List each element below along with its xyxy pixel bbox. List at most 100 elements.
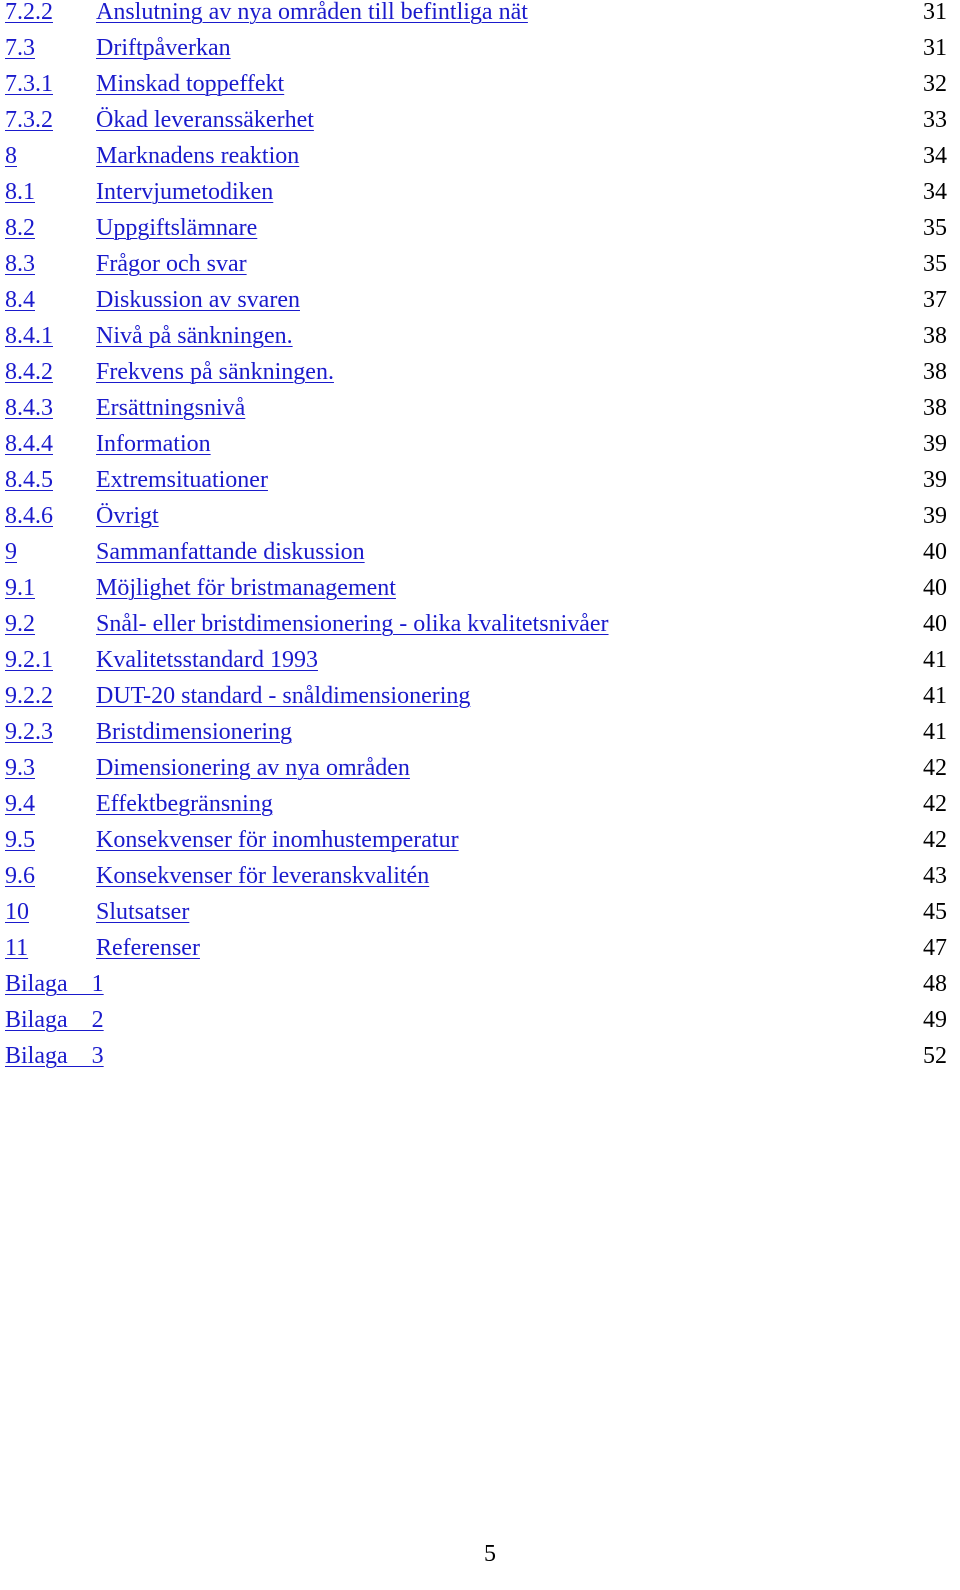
toc-entry-page-number: 40 bbox=[923, 611, 947, 637]
toc-entry-number-link[interactable]: 9 bbox=[5, 534, 17, 570]
toc-entry-number-link[interactable]: 9.2.3 bbox=[5, 714, 53, 750]
toc-entry-title-link[interactable]: Effektbegränsning bbox=[96, 786, 273, 822]
toc-entry-number-link[interactable]: 8.3 bbox=[5, 246, 35, 282]
toc-entry-number-link[interactable]: 9.1 bbox=[5, 570, 35, 606]
toc-entry: 9 Sammanfattande diskussion 40 bbox=[5, 534, 947, 570]
toc-entry: 7.3.2 Ökad leveranssäkerhet 33 bbox=[5, 102, 947, 138]
toc-entry-title-link[interactable]: Frågor och svar bbox=[96, 246, 247, 282]
toc-entry-page-number: 43 bbox=[923, 863, 947, 889]
toc-entry: 9.2 Snål- eller bristdimensionering - oli… bbox=[5, 606, 947, 642]
toc-entry-title-link[interactable]: Uppgiftslämnare bbox=[96, 210, 257, 246]
toc-entry-title-link[interactable]: Konsekvenser för inomhustemperatur bbox=[96, 822, 459, 858]
toc-entry-number-link[interactable]: 10 bbox=[5, 894, 29, 930]
toc-entry-number-link[interactable]: 9.2 bbox=[5, 606, 35, 642]
toc-entry-number-link[interactable]: 7.3 bbox=[5, 30, 35, 66]
toc-entry: 7.3.1 Minskad toppeffekt 32 bbox=[5, 66, 947, 102]
toc-entry: 8.4.5 Extremsituationer 39 bbox=[5, 462, 947, 498]
toc-entry: 7.3 Driftpåverkan 31 bbox=[5, 30, 947, 66]
toc-entry-page-number: 39 bbox=[923, 431, 947, 457]
toc-entry-number-link[interactable]: 9.4 bbox=[5, 786, 35, 822]
toc-entry-title-link[interactable]: Information bbox=[96, 426, 211, 462]
toc-entry-number-link[interactable]: 9.6 bbox=[5, 858, 35, 894]
toc-entry-title-link[interactable]: Marknadens reaktion bbox=[96, 138, 299, 174]
toc-entry-title-link[interactable]: Ersättningsnivå bbox=[96, 390, 245, 426]
toc-entry-number-link[interactable]: 8.4.1 bbox=[5, 318, 53, 354]
toc-entry-number-link[interactable]: 9.2.1 bbox=[5, 642, 53, 678]
toc-entry-page-number: 38 bbox=[923, 323, 947, 349]
toc-appendix-link[interactable]: Bilaga 2 bbox=[5, 1002, 104, 1038]
toc-entry-number-link[interactable]: 8.4.3 bbox=[5, 390, 53, 426]
toc-entry-title-link[interactable]: Driftpåverkan bbox=[96, 30, 231, 66]
toc-entry-title-link[interactable]: Slutsatser bbox=[96, 894, 189, 930]
toc-entry-number-link[interactable]: 9.3 bbox=[5, 750, 35, 786]
toc-entry-page-number: 42 bbox=[923, 791, 947, 817]
toc-entry-number-link[interactable]: 9.2.2 bbox=[5, 678, 53, 714]
toc-entry-page-number: 42 bbox=[923, 755, 947, 781]
page-number: 5 bbox=[484, 1541, 496, 1567]
toc-entry-title-link[interactable]: Diskussion av svaren bbox=[96, 282, 300, 318]
toc-entry-number-link[interactable]: 7.2.2 bbox=[5, 0, 53, 30]
toc-entry-page-number: 31 bbox=[923, 35, 947, 61]
toc-entry-page-number: 41 bbox=[923, 647, 947, 673]
toc-entry-page-number: 35 bbox=[923, 251, 947, 277]
toc-appendix-link[interactable]: Bilaga 3 bbox=[5, 1038, 104, 1074]
toc-entry: 8.4.4 Information 39 bbox=[5, 426, 947, 462]
toc-entry: 8.3 Frågor och svar 35 bbox=[5, 246, 947, 282]
toc-entry-number-link[interactable]: 11 bbox=[5, 930, 28, 966]
toc-entry: 8 Marknadens reaktion 34 bbox=[5, 138, 947, 174]
toc-entry-page-number: 41 bbox=[923, 719, 947, 745]
toc-entry-page-number: 35 bbox=[923, 215, 947, 241]
toc-entry-number-link[interactable]: 8.4.5 bbox=[5, 462, 53, 498]
toc-entry-number-link[interactable]: 8.1 bbox=[5, 174, 35, 210]
toc-entry-number-link[interactable]: 8.4 bbox=[5, 282, 35, 318]
toc-entry-title-link[interactable]: Konsekvenser för leveranskvalitén bbox=[96, 858, 429, 894]
toc-appendix-page-number: 52 bbox=[923, 1043, 947, 1069]
toc-appendix-link[interactable]: Bilaga 1 bbox=[5, 966, 104, 1002]
toc-entry: 9.3 Dimensionering av nya områden 42 bbox=[5, 750, 947, 786]
toc-entry-title-link[interactable]: Bristdimensionering bbox=[96, 714, 292, 750]
toc-entry: 8.4.3 Ersättningsnivå 38 bbox=[5, 390, 947, 426]
toc-entry-number-link[interactable]: 8.4.6 bbox=[5, 498, 53, 534]
toc-entry-title-link[interactable]: DUT-20 standard - snåldimensionering bbox=[96, 678, 470, 714]
toc-entry: 9.2.3 Bristdimensionering 41 bbox=[5, 714, 947, 750]
toc-entry-number-link[interactable]: 9.5 bbox=[5, 822, 35, 858]
toc-entry-page-number: 40 bbox=[923, 575, 947, 601]
toc-entry-page-number: 38 bbox=[923, 359, 947, 385]
toc-entry-page-number: 31 bbox=[923, 0, 947, 25]
toc-entry-number-link[interactable]: 7.3.1 bbox=[5, 66, 53, 102]
toc-appendix-entry: Bilaga 1 48 bbox=[5, 966, 947, 1002]
toc-entry-page-number: 33 bbox=[923, 107, 947, 133]
toc-entry-number-link[interactable]: 7.3.2 bbox=[5, 102, 53, 138]
toc-entry-page-number: 41 bbox=[923, 683, 947, 709]
toc-entry-title-link[interactable]: Referenser bbox=[96, 930, 200, 966]
toc-entry-page-number: 42 bbox=[923, 827, 947, 853]
toc-entry-title-link[interactable]: Frekvens på sänkningen. bbox=[96, 354, 334, 390]
toc-appendix-page-number: 49 bbox=[923, 1007, 947, 1033]
toc-entry-number-link[interactable]: 8.4.2 bbox=[5, 354, 53, 390]
toc-entry-number-link[interactable]: 8.4.4 bbox=[5, 426, 53, 462]
toc-entry-title-link[interactable]: Anslutning av nya områden till befintlig… bbox=[96, 0, 528, 30]
toc-entry-title-link[interactable]: Dimensionering av nya områden bbox=[96, 750, 410, 786]
toc-entry-page-number: 34 bbox=[923, 179, 947, 205]
toc-entry: 8.1 Intervjumetodiken 34 bbox=[5, 174, 947, 210]
toc-entry-title-link[interactable]: Intervjumetodiken bbox=[96, 174, 273, 210]
toc-entry-page-number: 32 bbox=[923, 71, 947, 97]
toc-appendix-entry: Bilaga 3 52 bbox=[5, 1038, 947, 1074]
toc-entry-title-link[interactable]: Nivå på sänkningen. bbox=[96, 318, 293, 354]
toc-appendix-entry: Bilaga 2 49 bbox=[5, 1002, 947, 1038]
toc-entry-title-link[interactable]: Sammanfattande diskussion bbox=[96, 534, 365, 570]
toc-entry: 10 Slutsatser 45 bbox=[5, 894, 947, 930]
toc-entry-page-number: 45 bbox=[923, 899, 947, 925]
toc-entry-title-link[interactable]: Ökad leveranssäkerhet bbox=[96, 102, 314, 138]
toc-entry-title-link[interactable]: Kvalitetsstandard 1993 bbox=[96, 642, 318, 678]
toc-entry-page-number: 39 bbox=[923, 503, 947, 529]
toc-entry: 8.4.6 Övrigt 39 bbox=[5, 498, 947, 534]
table-of-contents: 7.2.2 Anslutning av nya områden till befi… bbox=[5, 0, 947, 1074]
toc-entry-number-link[interactable]: 8.2 bbox=[5, 210, 35, 246]
toc-entry-title-link[interactable]: Möjlighet för bristmanagement bbox=[96, 570, 396, 606]
toc-entry-title-link[interactable]: Snål- eller bristdimensionering - olika … bbox=[96, 606, 609, 642]
toc-entry-title-link[interactable]: Extremsituationer bbox=[96, 462, 268, 498]
toc-entry-number-link[interactable]: 8 bbox=[5, 138, 17, 174]
toc-entry-title-link[interactable]: Övrigt bbox=[96, 498, 159, 534]
toc-entry-title-link[interactable]: Minskad toppeffekt bbox=[96, 66, 284, 102]
